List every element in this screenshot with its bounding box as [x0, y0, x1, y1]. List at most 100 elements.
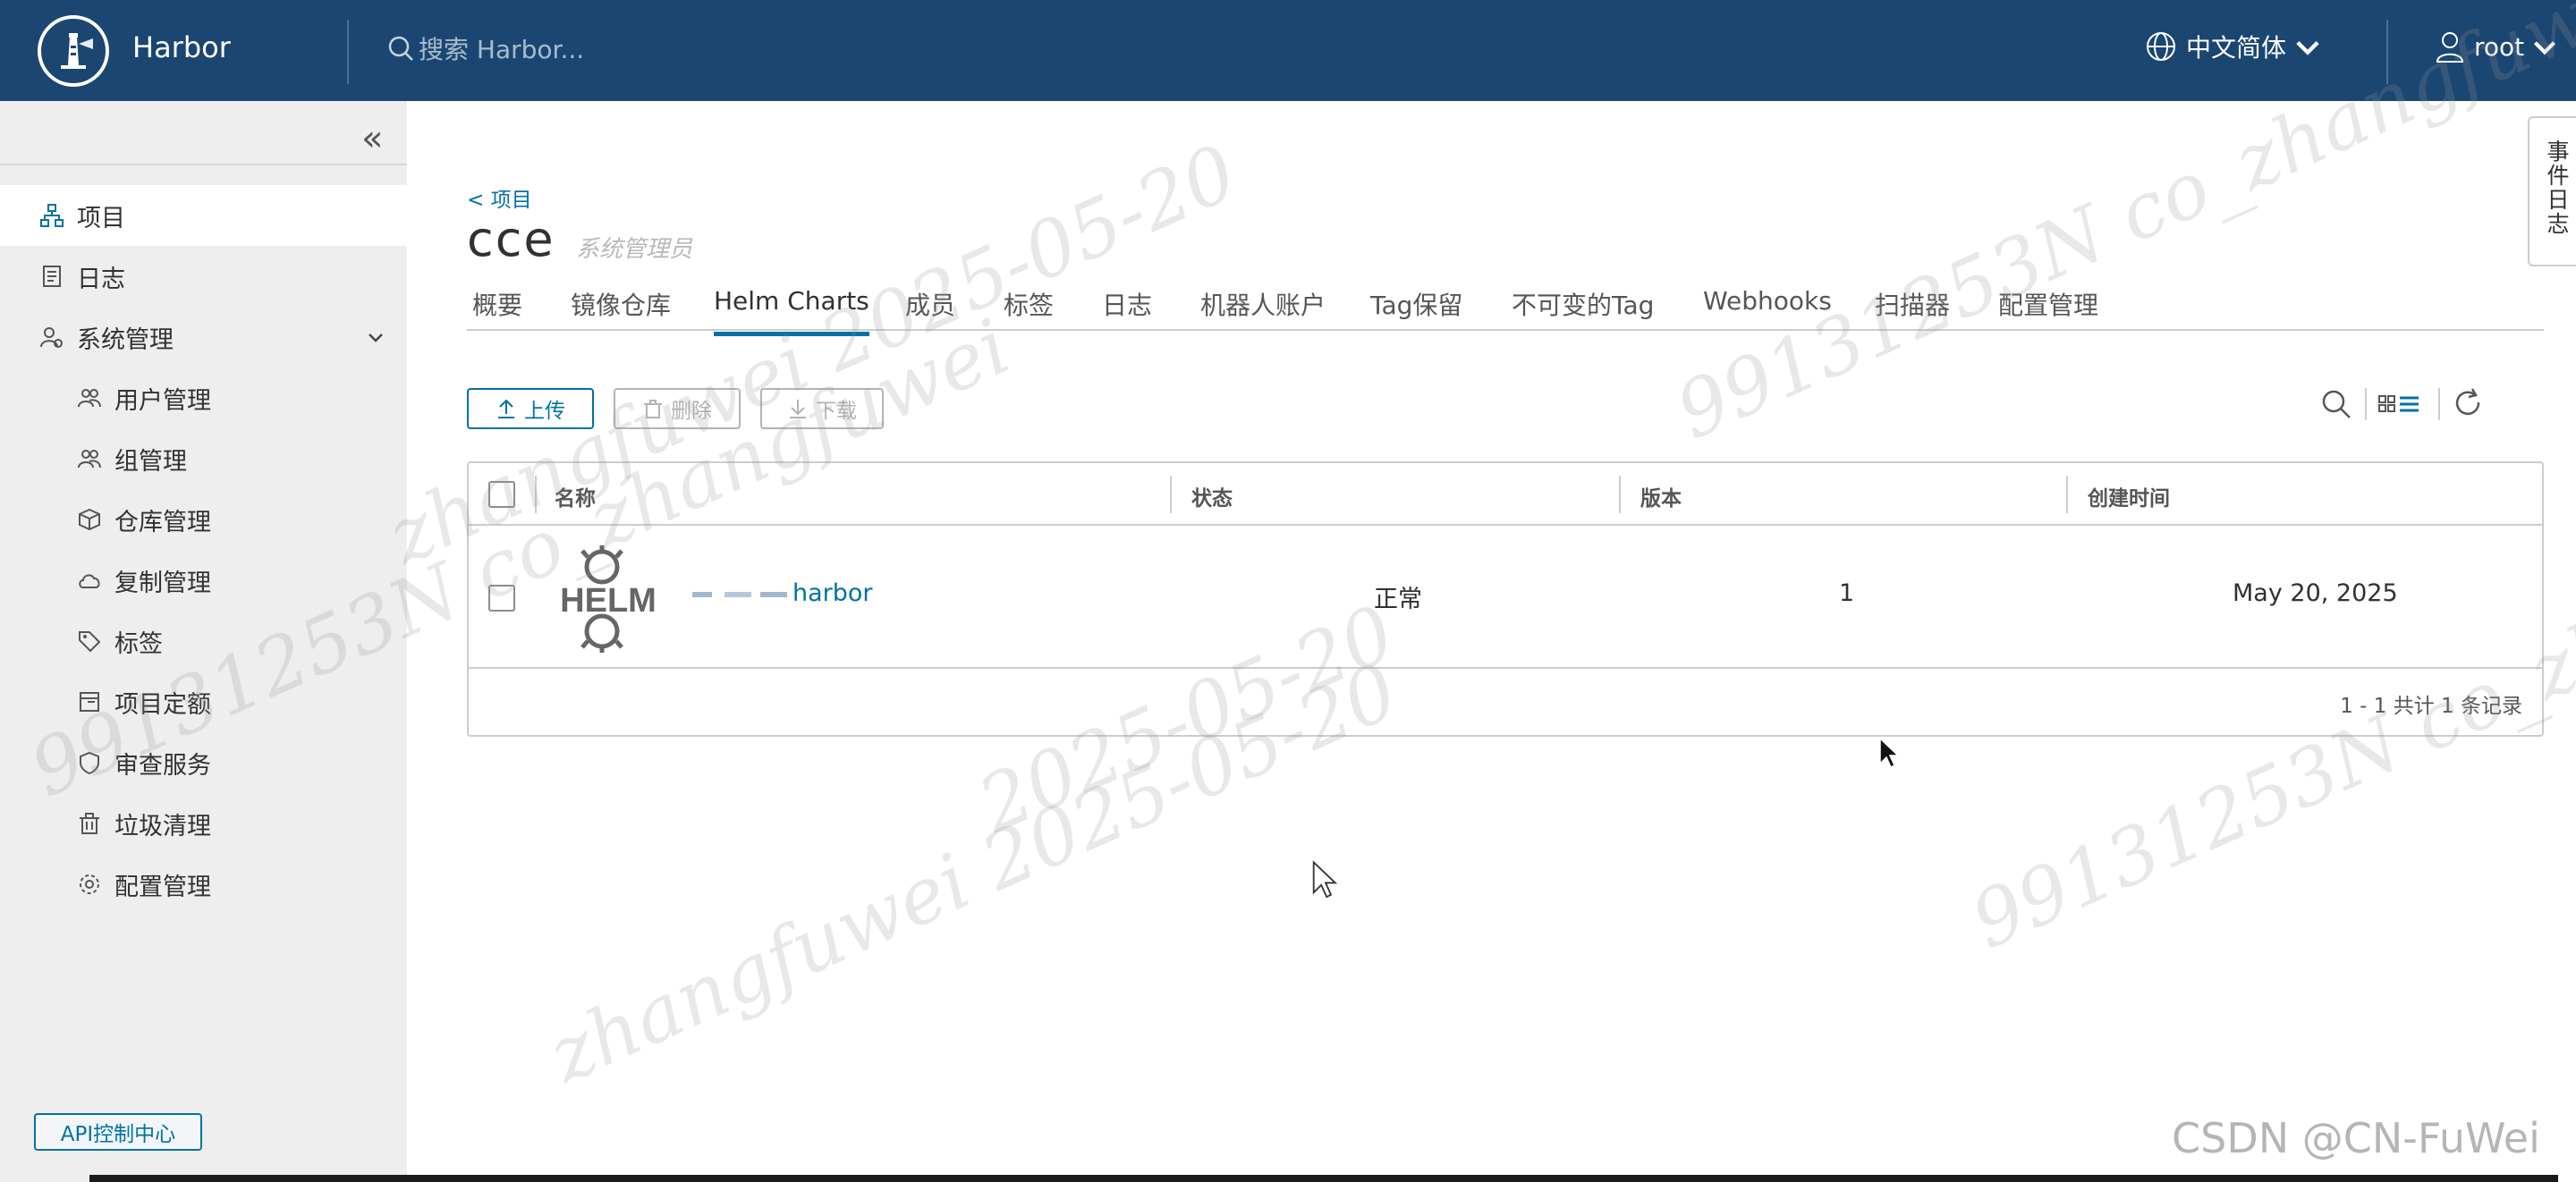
sidebar-item-labels[interactable]: 标签 — [0, 611, 407, 671]
sidebar-item-label: 用户管理 — [114, 386, 211, 415]
upload-button[interactable]: 上传 — [467, 388, 594, 429]
global-search[interactable]: 搜索 Harbor... — [385, 30, 584, 66]
search-input[interactable]: 搜索 Harbor... — [419, 30, 584, 66]
page-title: cce — [467, 211, 555, 267]
chevron-down-icon[interactable] — [365, 326, 386, 348]
download-button[interactable]: 下载 — [760, 388, 884, 429]
tab-labels[interactable]: 标签 — [1004, 286, 1054, 329]
top-header: Harbor 搜索 Harbor... 中文简体 root — [0, 0, 2576, 101]
sidebar-item-label: 系统管理 — [77, 325, 174, 354]
search-icon — [388, 36, 413, 61]
tab-summary[interactable]: 概要 — [472, 286, 522, 329]
shield-icon — [77, 750, 102, 775]
mouse-cursor-icon — [1879, 737, 1900, 769]
tab-robot-accounts[interactable]: 机器人账户 — [1200, 286, 1326, 329]
column-header-versions[interactable]: 版本 — [1640, 481, 1682, 511]
csdn-watermark: CSDN @CN-FuWei — [2172, 1114, 2540, 1162]
tag-icon — [77, 629, 102, 654]
user-icon — [2436, 32, 2464, 63]
sidebar-item-label: 标签 — [114, 629, 163, 658]
tab-webhooks[interactable]: Webhooks — [1703, 286, 1832, 329]
pagination-summary: 1 - 1 共计 1 条记录 — [2340, 695, 2522, 718]
tab-members[interactable]: 成员 — [905, 286, 955, 329]
sidebar-item-label: 配置管理 — [114, 873, 211, 901]
sidebar-item-interrogation[interactable]: 审查服务 — [0, 732, 407, 793]
grid-header: 名称 状态 版本 创建时间 — [469, 463, 2542, 526]
row-checkbox[interactable] — [488, 585, 515, 612]
column-separator — [535, 476, 537, 513]
card-list-view-icon[interactable] — [2377, 386, 2428, 422]
harbor-logo[interactable] — [38, 15, 109, 87]
logs-icon — [39, 264, 64, 289]
column-header-name[interactable]: 名称 — [555, 481, 596, 511]
sidebar-item-users[interactable]: 用户管理 — [0, 367, 407, 428]
sidebar: « 项目 日志 系统管理 用户管理 组管理 仓库管理 复制管理 标签 项目定额 … — [0, 101, 407, 1182]
chart-versions: 1 — [1839, 579, 1855, 607]
chart-status: 正常 — [1374, 586, 1422, 613]
tab-logs[interactable]: 日志 — [1102, 286, 1152, 329]
chevron-down-icon — [2534, 41, 2556, 55]
sidebar-item-label: 审查服务 — [114, 751, 211, 780]
back-to-projects-link[interactable]: < 项目 — [467, 182, 532, 213]
globe-icon — [2147, 32, 2175, 61]
sidebar-item-label: 仓库管理 — [114, 508, 211, 536]
select-all-checkbox[interactable] — [488, 481, 515, 508]
sidebar-item-config[interactable]: 配置管理 — [0, 854, 407, 915]
event-log-tab[interactable]: 事件日志 — [2528, 116, 2576, 266]
project-role: 系统管理员 — [576, 236, 693, 263]
sidebar-item-projects[interactable]: 项目 — [0, 185, 407, 246]
trash-icon — [77, 811, 102, 836]
chart-name-link[interactable]: harbor — [792, 579, 873, 607]
brand-name: Harbor — [132, 30, 231, 64]
mouse-cursor-icon — [1312, 860, 1338, 899]
event-log-label: 事件日志 — [2544, 139, 2570, 236]
tab-helm-charts[interactable]: Helm Charts — [714, 286, 869, 336]
sidebar-item-replication[interactable]: 复制管理 — [0, 550, 407, 611]
sidebar-item-label: 日志 — [77, 265, 125, 293]
helm-logo-icon: HELM — [551, 545, 667, 653]
column-header-created[interactable]: 创建时间 — [2088, 481, 2170, 511]
refresh-icon[interactable] — [2451, 386, 2487, 422]
sidebar-item-admin[interactable]: 系统管理 — [0, 307, 407, 367]
sidebar-item-logs[interactable]: 日志 — [0, 246, 407, 307]
quota-icon — [77, 689, 102, 714]
helm-logo-text: HELM — [560, 582, 657, 620]
users-icon — [77, 385, 102, 410]
column-separator — [1619, 476, 1621, 513]
tab-tag-retention[interactable]: Tag保留 — [1370, 286, 1462, 329]
sidebar-item-gc[interactable]: 垃圾清理 — [0, 793, 407, 854]
chart-created: May 20, 2025 — [2233, 579, 2398, 607]
sidebar-item-groups[interactable]: 组管理 — [0, 428, 407, 489]
sidebar-item-label: 项目 — [77, 204, 125, 232]
sidebar-item-quotas[interactable]: 项目定额 — [0, 671, 407, 732]
tab-immutable-tag[interactable]: 不可变的Tag — [1512, 286, 1654, 329]
upload-label: 上传 — [524, 400, 565, 423]
username: root — [2474, 31, 2525, 62]
column-separator — [1170, 476, 1172, 513]
delete-button[interactable]: 删除 — [614, 388, 741, 429]
language-selector[interactable]: 中文简体 — [2143, 29, 2333, 64]
tab-scanner[interactable]: 扫描器 — [1875, 286, 1950, 329]
bottom-edge — [89, 1175, 2558, 1182]
redacted-name-prefix — [692, 592, 787, 597]
sidebar-item-label: 项目定额 — [114, 690, 211, 719]
grid-tools — [2318, 386, 2487, 422]
sidebar-item-label: 垃圾清理 — [114, 812, 211, 840]
tab-configuration[interactable]: 配置管理 — [1998, 286, 2098, 329]
tool-divider — [2365, 388, 2367, 420]
header-divider — [347, 20, 349, 84]
user-menu[interactable]: root — [2433, 29, 2569, 64]
sidebar-item-registries[interactable]: 仓库管理 — [0, 489, 407, 550]
groups-icon — [77, 446, 102, 471]
sidebar-divider — [0, 164, 407, 165]
language-label: 中文简体 — [2186, 33, 2287, 63]
search-icon[interactable] — [2318, 386, 2354, 422]
collapse-sidebar-icon[interactable]: « — [361, 121, 383, 156]
column-header-status[interactable]: 状态 — [1191, 481, 1233, 511]
lighthouse-icon — [61, 33, 93, 69]
sidebar-item-label: 组管理 — [114, 447, 187, 476]
api-explorer-button[interactable]: API控制中心 — [34, 1113, 202, 1151]
tab-repositories[interactable]: 镜像仓库 — [571, 286, 671, 329]
table-row[interactable]: HELM harbor 正常 1 May 20, 2025 — [469, 526, 2542, 669]
trash-icon — [644, 400, 662, 418]
